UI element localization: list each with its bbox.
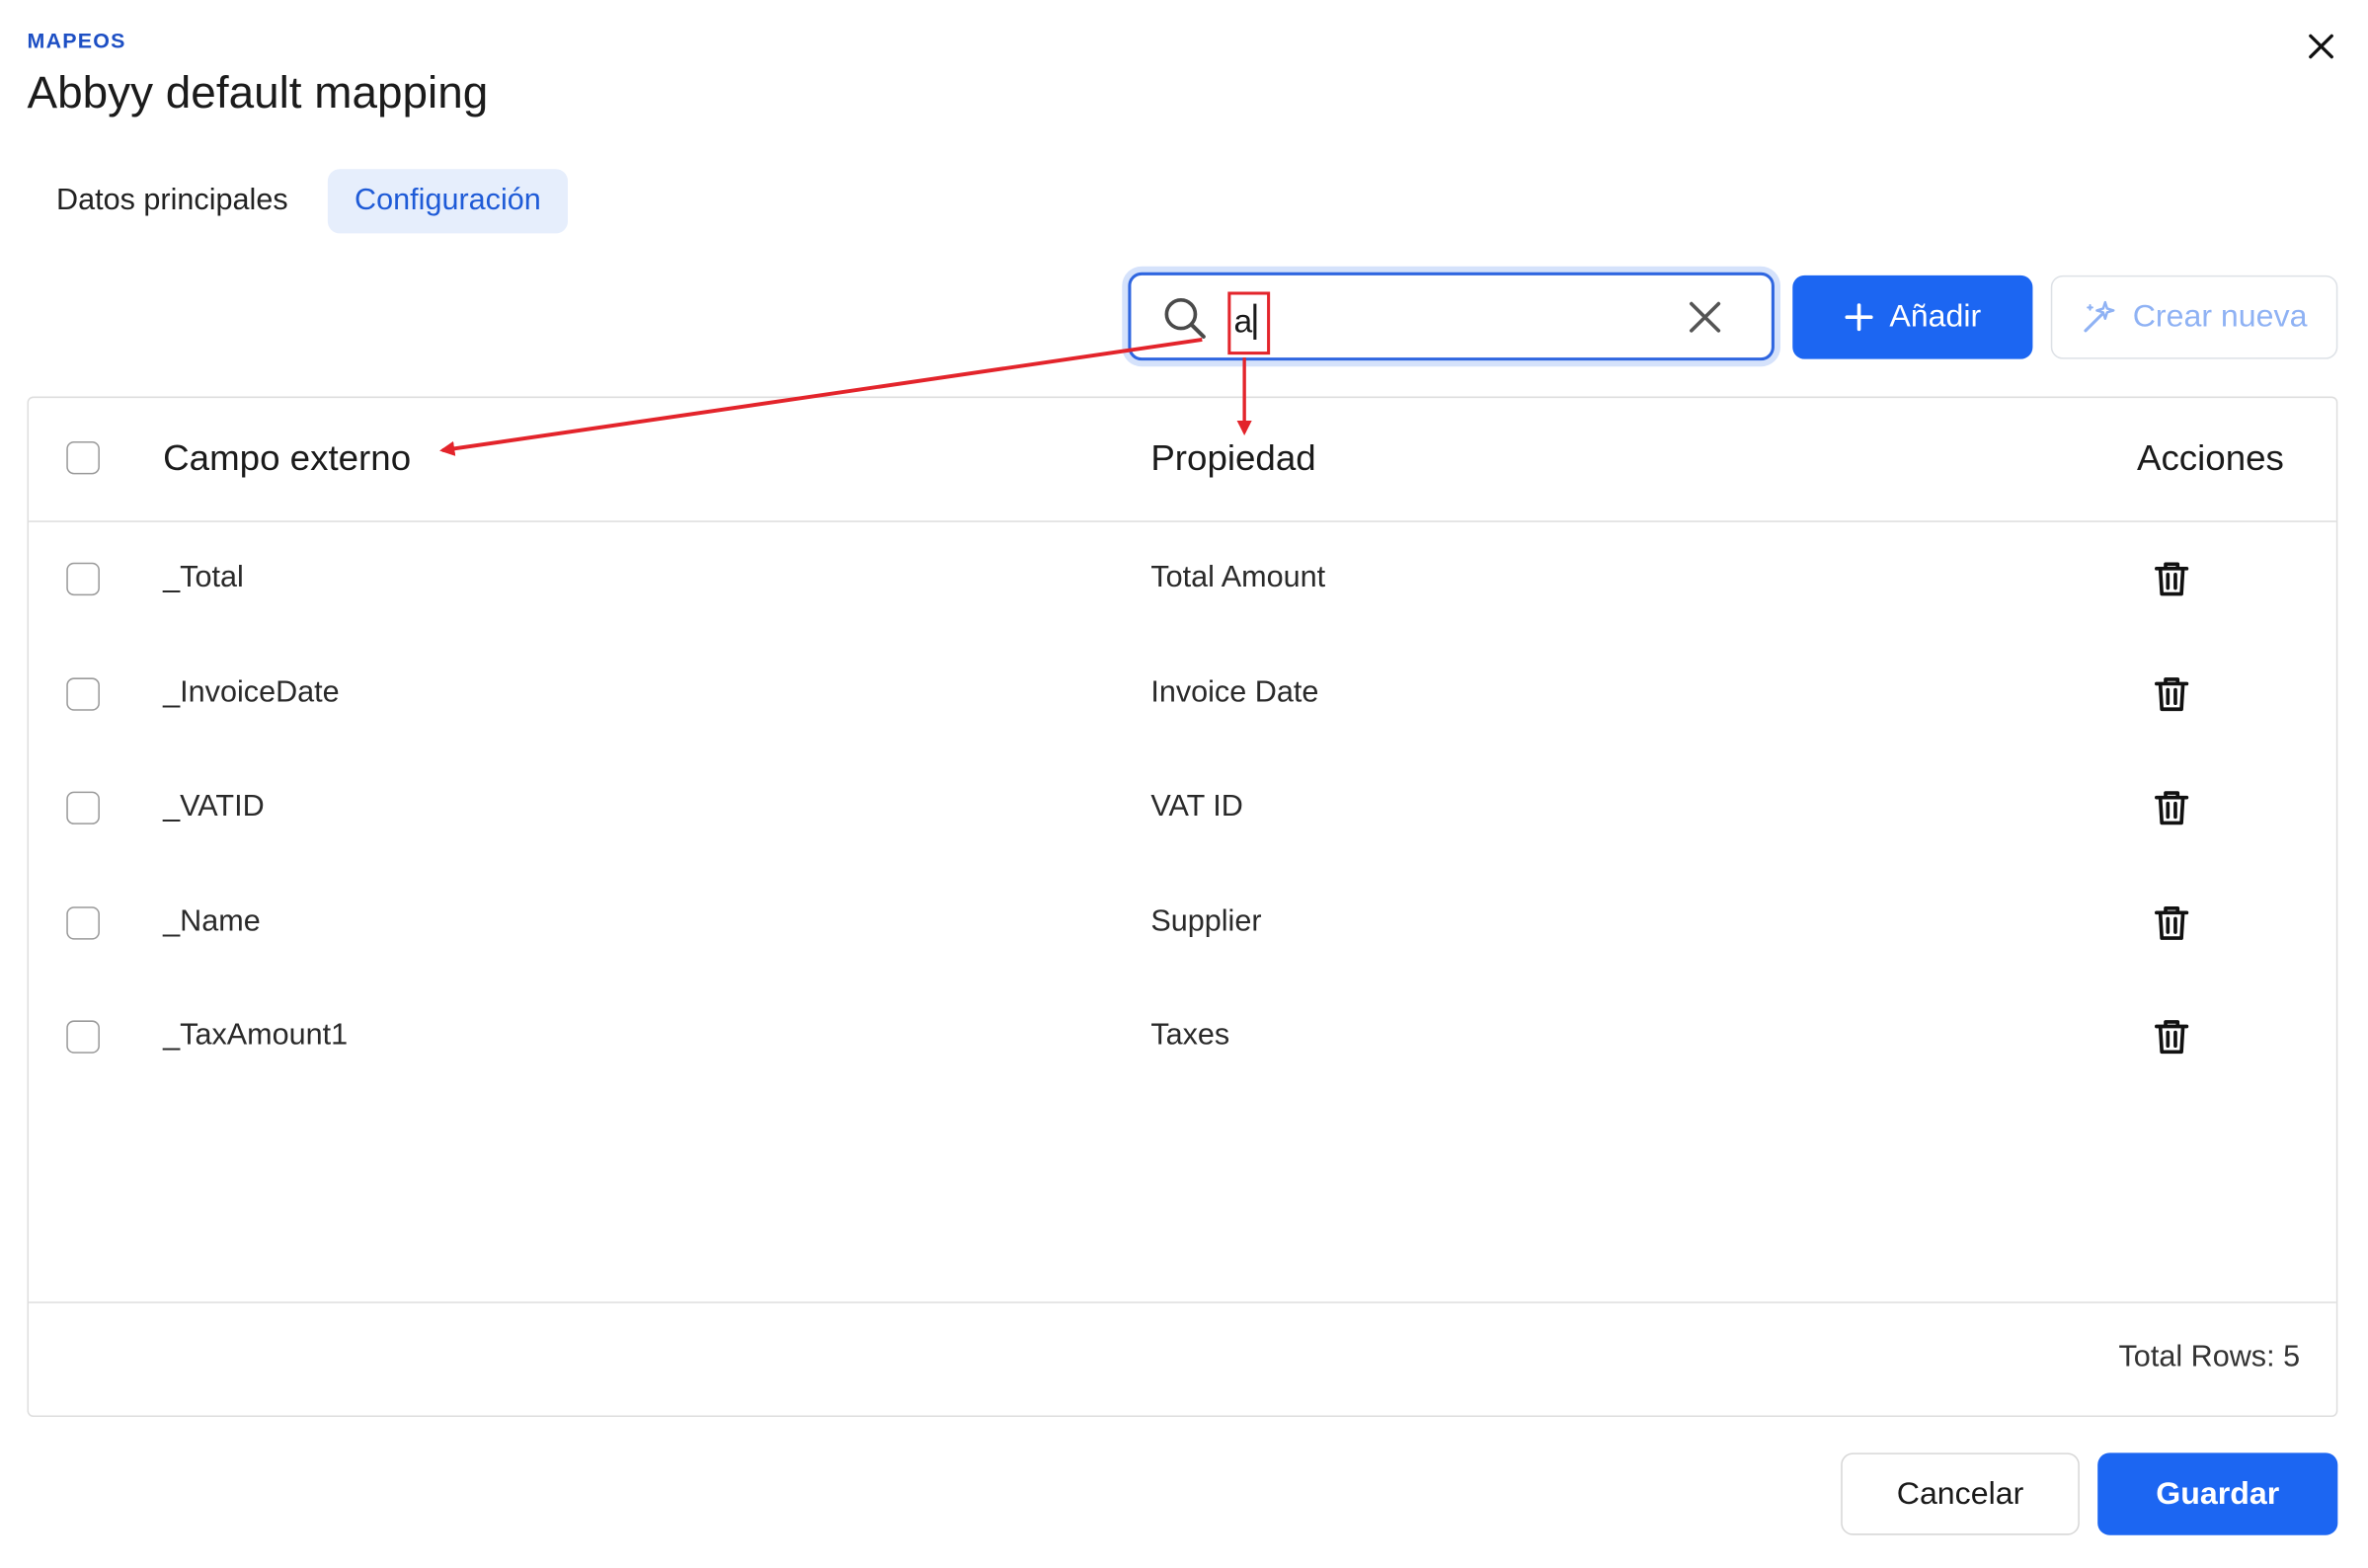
cancel-button[interactable]: Cancelar bbox=[1841, 1452, 2080, 1535]
column-header-acciones: Acciones bbox=[2136, 437, 2284, 479]
row-checkbox[interactable] bbox=[66, 677, 100, 711]
select-all-checkbox[interactable] bbox=[66, 441, 100, 475]
create-new-button[interactable]: Crear nueva bbox=[2050, 274, 2338, 359]
add-button[interactable]: Añadir bbox=[1792, 274, 2033, 359]
row-checkbox[interactable] bbox=[66, 791, 100, 824]
trash-icon[interactable] bbox=[2151, 902, 2193, 944]
external-field-cell: _VATID bbox=[163, 790, 265, 823]
table-row: _InvoiceDate Invoice Date bbox=[29, 636, 2336, 749]
trash-icon[interactable] bbox=[2151, 673, 2193, 715]
annotation-highlight-box bbox=[1227, 291, 1271, 355]
column-header-campo-externo[interactable]: Campo externo bbox=[163, 438, 411, 480]
property-cell: Supplier bbox=[1150, 904, 1262, 939]
save-button[interactable]: Guardar bbox=[2097, 1452, 2338, 1535]
table-row: _Total Total Amount bbox=[29, 522, 2336, 636]
property-cell: Taxes bbox=[1150, 1018, 1230, 1053]
table-row: _Name Supplier bbox=[29, 865, 2336, 979]
magic-wand-icon bbox=[2084, 300, 2115, 333]
external-field-cell: _Total bbox=[163, 561, 244, 594]
close-icon bbox=[2309, 34, 2333, 59]
property-cell: Invoice Date bbox=[1150, 675, 1319, 710]
mapping-table: Campo externo Propiedad Acciones _Total … bbox=[27, 396, 2338, 1417]
close-button[interactable] bbox=[2299, 24, 2344, 68]
external-field-cell: _InvoiceDate bbox=[163, 675, 340, 710]
external-field-cell: _TaxAmount1 bbox=[163, 1018, 349, 1053]
create-new-button-label: Crear nueva bbox=[2132, 299, 2308, 334]
clear-icon[interactable] bbox=[1684, 296, 1726, 338]
table-row: _TaxAmount1 Taxes bbox=[29, 980, 2336, 1094]
section-label: MAPEOS bbox=[27, 28, 126, 53]
trash-icon[interactable] bbox=[2151, 1016, 2193, 1058]
row-checkbox[interactable] bbox=[66, 906, 100, 940]
property-cell: VAT ID bbox=[1150, 790, 1243, 823]
row-checkbox[interactable] bbox=[66, 562, 100, 596]
plus-icon bbox=[1845, 303, 1873, 332]
trash-icon[interactable] bbox=[2151, 558, 2193, 599]
search-icon bbox=[1164, 297, 1206, 339]
footer-divider bbox=[29, 1301, 2336, 1303]
row-checkbox[interactable] bbox=[66, 1020, 100, 1054]
tab-configuracion[interactable]: Configuración bbox=[327, 169, 569, 234]
search-input[interactable]: a bbox=[1128, 272, 1775, 361]
add-button-label: Añadir bbox=[1889, 299, 1982, 334]
mapping-dialog: MAPEOS Abbyy default mapping Datos princ… bbox=[0, 0, 2368, 1568]
external-field-cell: _Name bbox=[163, 904, 261, 939]
page-title: Abbyy default mapping bbox=[27, 68, 489, 118]
total-rows-count: Total Rows: 5 bbox=[2118, 1340, 2301, 1374]
trash-icon[interactable] bbox=[2151, 787, 2193, 828]
tab-datos-principales[interactable]: Datos principales bbox=[34, 169, 311, 233]
table-row: _VATID VAT ID bbox=[29, 751, 2336, 865]
column-header-propiedad[interactable]: Propiedad bbox=[1150, 438, 1315, 480]
property-cell: Total Amount bbox=[1150, 561, 1326, 594]
